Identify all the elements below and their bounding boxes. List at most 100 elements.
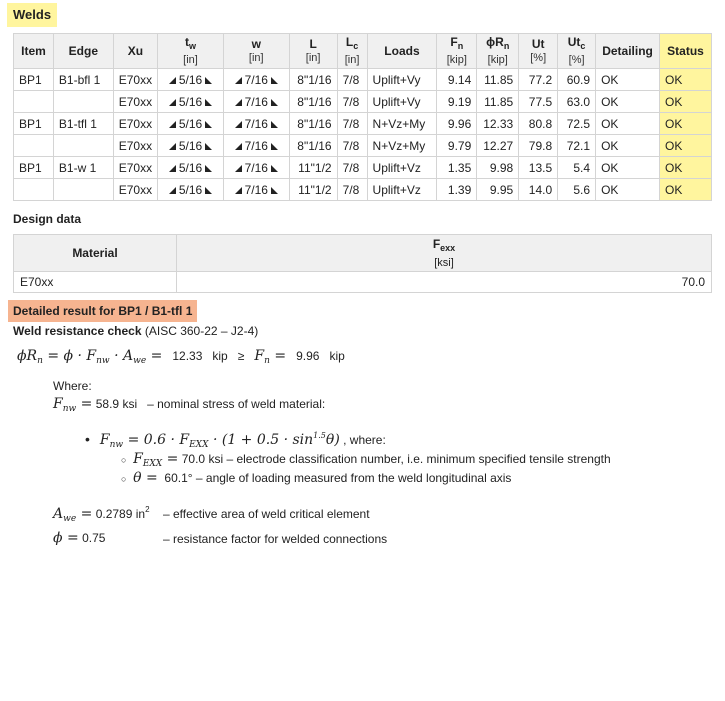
tw-cell-value: 5/16 — [178, 160, 203, 175]
edge-cell: B1-w 1 — [52, 156, 114, 179]
tw-cell: 5/16 — [157, 178, 224, 201]
col-xu: Xu — [112, 33, 159, 69]
status-cell: OK — [659, 90, 712, 113]
col-fexx: Fexx [ksi] — [176, 234, 712, 272]
weld-resistance-heading: Weld resistance check (AISC 360-22 – J2-… — [13, 324, 258, 338]
col-status: Status — [659, 33, 712, 69]
w-cell-value: 7/16 — [244, 182, 268, 197]
length-cell: 11"1/2 — [288, 178, 338, 201]
tw-cell-value: 5/16 — [178, 182, 203, 197]
length-cell: 8"1/16 — [288, 68, 338, 91]
geq-sign: ≥ — [237, 349, 245, 363]
length-cell: 8"1/16 — [288, 112, 338, 135]
material-value: E70xx — [13, 271, 177, 293]
welds-title: Welds — [7, 3, 58, 27]
col-L: L [in] — [288, 33, 338, 69]
tw-cell: 5/16 — [157, 156, 224, 179]
weld-symbol-icon — [270, 120, 278, 128]
table-row: BP1 B1-bfl 1 E70xx 5/16 7/16 8"1/16 7/8 Uplift+… — [13, 68, 712, 91]
col-fn: Fn [kip] — [436, 33, 478, 69]
utc-cell: 72.1 — [557, 134, 597, 157]
utc-cell: 63.0 — [557, 90, 597, 113]
w-cell-value: 7/16 — [244, 138, 268, 153]
length-cell: 8"1/16 — [288, 90, 338, 113]
tw-cell: 5/16 — [157, 68, 224, 91]
weld-symbol-icon — [205, 186, 213, 194]
w-cell-value: 7/16 — [244, 72, 268, 87]
loads-cell: N+Vz+My — [366, 112, 438, 135]
weld-symbol-icon — [168, 120, 176, 128]
phirn-cell: 9.98 — [476, 156, 520, 179]
weld-symbol-icon — [270, 76, 278, 84]
w-cell-value: 7/16 — [244, 94, 268, 109]
xu-cell: E70xx — [112, 178, 159, 201]
weld-symbol-icon — [168, 164, 176, 172]
utc-cell: 72.5 — [557, 112, 597, 135]
fn-result: 9.96 — [296, 349, 320, 363]
ut-cell: 77.5 — [518, 90, 559, 113]
status-cell: OK — [659, 112, 712, 135]
table-row: BP1 B1-w 1 E70xx 5/16 7/16 11"1/2 7/8 Uplift+Vz… — [13, 156, 712, 179]
phirn-unit: kip — [212, 349, 228, 363]
col-w: w [in] — [222, 33, 290, 69]
weld-symbol-icon — [168, 186, 176, 194]
tw-cell-value: 5/16 — [178, 138, 203, 153]
fn-cell: 9.19 — [436, 90, 478, 113]
weld-symbol-icon — [234, 76, 242, 84]
edge-cell — [52, 90, 114, 113]
phi-description: – resistance factor for welded connectio… — [163, 532, 388, 546]
phirn-cell: 12.27 — [476, 134, 520, 157]
utc-cell: 5.6 — [557, 178, 597, 201]
item-cell — [13, 134, 54, 157]
lc-cell: 7/8 — [336, 68, 368, 91]
item-cell — [13, 178, 54, 201]
phirn-cell: 12.33 — [476, 112, 520, 135]
check-reference: (AISC 360-22 – J2-4) — [144, 324, 259, 338]
detailing-cell: OK — [595, 134, 661, 157]
item-cell: BP1 — [13, 68, 54, 91]
edge-cell — [52, 134, 114, 157]
fnw-value: 58.9 ksi — [95, 397, 138, 411]
weld-symbol-icon — [234, 120, 242, 128]
detailing-cell: OK — [595, 112, 661, 135]
tw-cell-value: 5/16 — [178, 94, 203, 109]
design-data-table: Material Fexx [ksi] E70xx 70.0 — [13, 234, 712, 293]
where-label: Where: — [53, 379, 92, 393]
fn-unit: kip — [329, 349, 345, 363]
fn-cell: 9.96 — [436, 112, 478, 135]
weld-symbol-icon — [168, 142, 176, 150]
phirn-result: 12.33 — [172, 349, 203, 363]
awe-description: – effective area of weld critical elemen… — [163, 507, 370, 521]
length-cell: 11"1/2 — [288, 156, 338, 179]
edge-cell — [52, 178, 114, 201]
tw-cell: 5/16 — [157, 134, 224, 157]
theta-value: 60.1° — [164, 471, 193, 485]
fn-cell: 1.39 — [436, 178, 478, 201]
fn-cell: 9.14 — [436, 68, 478, 91]
fnw-description: – nominal stress of weld material: — [147, 397, 326, 411]
weld-symbol-icon — [270, 142, 278, 150]
theta-description: – angle of loading measured from the wel… — [195, 471, 512, 485]
detailing-cell: OK — [595, 156, 661, 179]
phi-value: 0.75 — [82, 531, 106, 545]
fnw-formula: • Fnw = 0.6 · FEXX · (1 + 0.5 · sin1.5θ)… — [85, 431, 386, 450]
detailing-cell: OK — [595, 178, 661, 201]
w-cell: 7/16 — [222, 68, 290, 91]
weld-symbol-icon — [234, 186, 242, 194]
tw-cell-value: 5/16 — [178, 116, 203, 131]
loads-cell: Uplift+Vy — [366, 68, 438, 91]
phirn-cell: 11.85 — [476, 68, 520, 91]
lc-cell: 7/8 — [336, 134, 368, 157]
lc-cell: 7/8 — [336, 112, 368, 135]
col-material: Material — [13, 234, 177, 272]
welds-table: Item Edge Xu tw [in] w [in] L [in] Lc [in] L… — [13, 33, 712, 201]
weld-symbol-icon — [270, 164, 278, 172]
phi-line: ϕ = 0.75 — [53, 530, 106, 546]
w-cell-value: 7/16 — [244, 160, 268, 175]
item-cell: BP1 — [13, 112, 54, 135]
weld-symbol-icon — [168, 76, 176, 84]
w-cell: 7/16 — [222, 134, 290, 157]
xu-cell: E70xx — [112, 156, 159, 179]
edge-cell: B1-bfl 1 — [52, 68, 114, 91]
awe-value: 0.2789 in — [95, 507, 146, 521]
